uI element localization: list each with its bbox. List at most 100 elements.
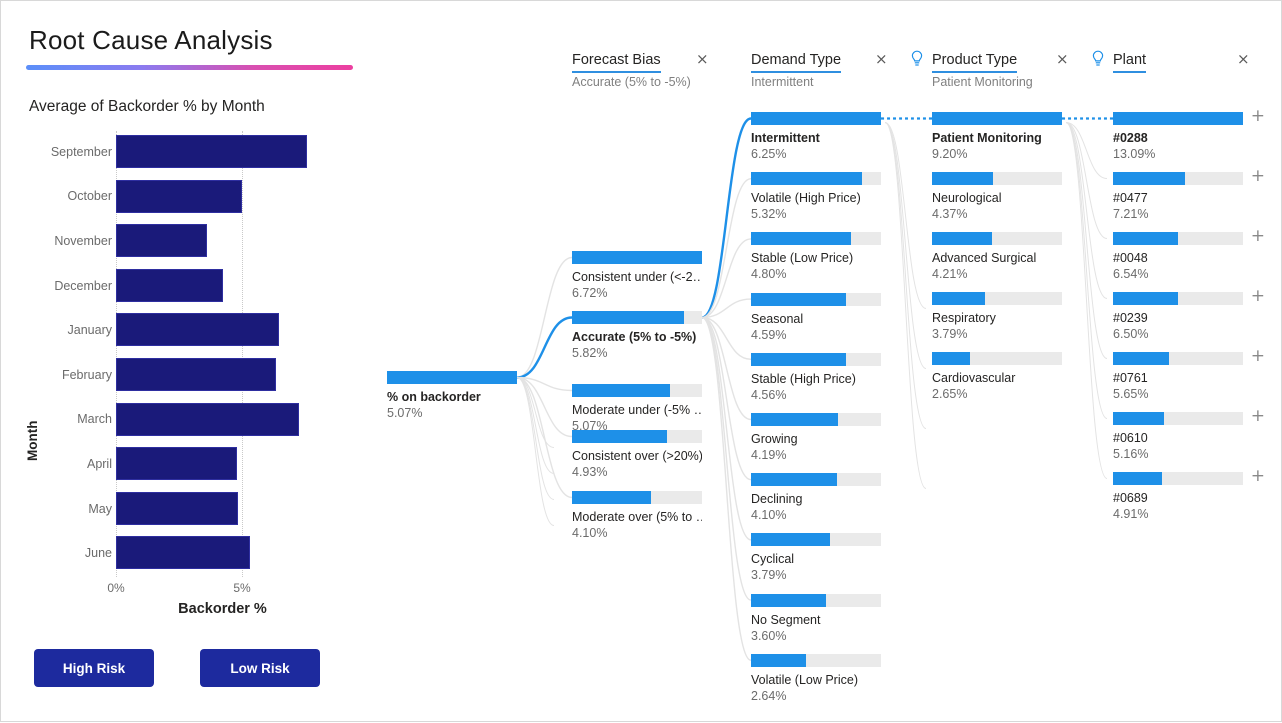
node-value: 4.10%	[751, 508, 787, 523]
node-label: Growing	[751, 432, 798, 446]
tree-column-title[interactable]: Demand Type	[751, 52, 842, 73]
tree-connector	[701, 117, 752, 319]
product-type-node[interactable]: Patient Monitoring 9.20%	[932, 112, 1062, 161]
demand-type-node[interactable]: Intermittent 6.25%	[751, 112, 881, 161]
tree-connector	[516, 256, 573, 379]
demand-type-node[interactable]: Declining 4.10%	[751, 473, 881, 522]
plant-node[interactable]: + #0477 7.21%	[1113, 168, 1265, 221]
expand-node-icon[interactable]: +	[1251, 108, 1265, 125]
node-value: 5.16%	[1113, 447, 1149, 461]
node-bar-fill	[1113, 412, 1164, 425]
tree-connector	[1065, 122, 1108, 419]
node-value: 9.20%	[932, 147, 968, 161]
node-value: 4.91%	[1113, 507, 1149, 521]
expand-node-icon[interactable]: +	[1251, 168, 1265, 185]
node-value: 5.82%	[572, 346, 608, 360]
demand-type-node[interactable]: Growing 4.19%	[751, 413, 881, 462]
tree-column-subtitle: Intermittent	[751, 75, 814, 89]
node-bar-fill	[932, 172, 994, 185]
tree-column-title[interactable]: Plant	[1113, 52, 1147, 73]
lightbulb-icon	[1092, 50, 1104, 66]
demand-type-node[interactable]: No Segment 3.60%	[751, 593, 881, 643]
demand-type-node[interactable]: Seasonal 4.59%	[751, 292, 881, 342]
tree-column-title[interactable]: Forecast Bias	[572, 52, 661, 73]
tree-column-header-demand-type: Demand Type × Intermittent	[751, 51, 901, 89]
node-value: 4.80%	[751, 267, 787, 282]
node-bar-track	[751, 413, 881, 426]
expand-node-icon[interactable]: +	[1251, 408, 1265, 425]
demand-type-node[interactable]: Volatile (High Price) 5.32%	[751, 172, 881, 221]
product-type-node[interactable]: Cardiovascular 2.65%	[932, 352, 1062, 401]
node-value: 4.37%	[932, 207, 968, 221]
node-label: #0689	[1113, 491, 1148, 505]
expand-node-icon[interactable]: +	[1251, 468, 1265, 485]
tree-connector	[516, 377, 555, 474]
node-bar-fill	[1113, 352, 1169, 365]
plant-node[interactable]: + #0689 4.91%	[1113, 468, 1265, 521]
node-bar-track: +	[1113, 228, 1265, 245]
plant-node[interactable]: + #0761 5.65%	[1113, 348, 1265, 401]
plant-node[interactable]: + #0239 6.50%	[1113, 288, 1265, 341]
node-label: Stable (Low Price)	[751, 251, 854, 266]
expand-node-icon[interactable]: +	[1251, 348, 1265, 365]
node-bar-track	[751, 232, 881, 246]
product-type-node[interactable]: Advanced Surgical 4.21%	[932, 232, 1062, 281]
tree-column-header-forecast-bias: Forecast Bias × Accurate (5% to -5%)	[572, 51, 722, 89]
close-icon[interactable]: ×	[875, 52, 888, 67]
node-bar-track	[751, 172, 881, 186]
node-label: Patient Monitoring	[932, 131, 1042, 145]
node-bar-fill	[751, 172, 862, 186]
tree-connector	[884, 122, 927, 429]
forecast-bias-node[interactable]: Consistent over (>20%) 4.93%	[572, 430, 702, 479]
node-bar-track: +	[1113, 168, 1265, 185]
tree-connector	[701, 316, 752, 360]
tree-connector	[1065, 122, 1108, 479]
expand-node-icon[interactable]: +	[1251, 228, 1265, 245]
node-label: Declining	[751, 492, 803, 507]
forecast-bias-node[interactable]: Accurate (5% to -5%) 5.82%	[572, 311, 702, 360]
demand-type-node[interactable]: Stable (High Price) 4.56%	[751, 352, 881, 402]
node-bar-track	[751, 653, 881, 667]
tree-connector	[516, 316, 573, 379]
expand-node-icon[interactable]: +	[1251, 288, 1265, 305]
node-bar-track	[572, 251, 702, 264]
demand-type-node[interactable]: Stable (Low Price) 4.80%	[751, 232, 881, 281]
tree-connector	[884, 122, 927, 489]
node-bar-fill	[1113, 232, 1178, 245]
demand-type-node[interactable]: Cyclical 3.79%	[751, 533, 881, 582]
node-value: 2.65%	[932, 387, 968, 401]
node-bar-fill	[751, 593, 827, 607]
forecast-bias-node[interactable]: Moderate over (5% to … 4.10%	[572, 491, 702, 540]
plant-node[interactable]: + #0610 5.16%	[1113, 408, 1265, 461]
tree-connector	[1065, 122, 1108, 359]
node-value: 4.59%	[751, 327, 787, 342]
tree-connector	[701, 298, 752, 319]
tree-column-subtitle: Patient Monitoring	[932, 75, 1033, 89]
node-bar-fill	[572, 251, 702, 264]
node-bar-track	[572, 311, 702, 324]
node-bar-track	[932, 232, 1062, 245]
report-canvas: Root Cause Analysis Average of Backorder…	[0, 0, 1282, 722]
node-bar-track	[751, 112, 881, 125]
plant-node[interactable]: + #0288 13.09%	[1113, 108, 1265, 161]
node-bar-track	[572, 430, 702, 443]
tree-connector	[516, 376, 573, 392]
forecast-bias-node[interactable]: Consistent under (<-2… 6.72%	[572, 251, 702, 300]
forecast-bias-node[interactable]: Moderate under (-5% … 5.07%	[572, 384, 702, 433]
node-label: Cyclical	[751, 552, 795, 567]
node-bar-fill	[751, 653, 806, 667]
node-bar-track: +	[1113, 408, 1265, 425]
demand-type-node[interactable]: Volatile (Low Price) 2.64%	[751, 653, 881, 703]
product-type-node[interactable]: Neurological 4.37%	[932, 172, 1062, 221]
close-icon[interactable]: ×	[696, 52, 709, 67]
close-icon[interactable]: ×	[1237, 52, 1250, 67]
node-value: 3.60%	[751, 628, 787, 643]
plant-node[interactable]: + #0048 6.54%	[1113, 228, 1265, 281]
product-type-node[interactable]: Respiratory 3.79%	[932, 292, 1062, 341]
tree-column-header-product-type: Product Type × Patient Monitoring	[911, 50, 1082, 89]
node-value: 6.25%	[751, 147, 787, 161]
node-bar-fill	[751, 352, 846, 366]
close-icon[interactable]: ×	[1056, 52, 1069, 67]
tree-column-title[interactable]: Product Type	[932, 52, 1018, 73]
tree-root-node[interactable]: % on backorder 5.07%	[387, 371, 517, 420]
